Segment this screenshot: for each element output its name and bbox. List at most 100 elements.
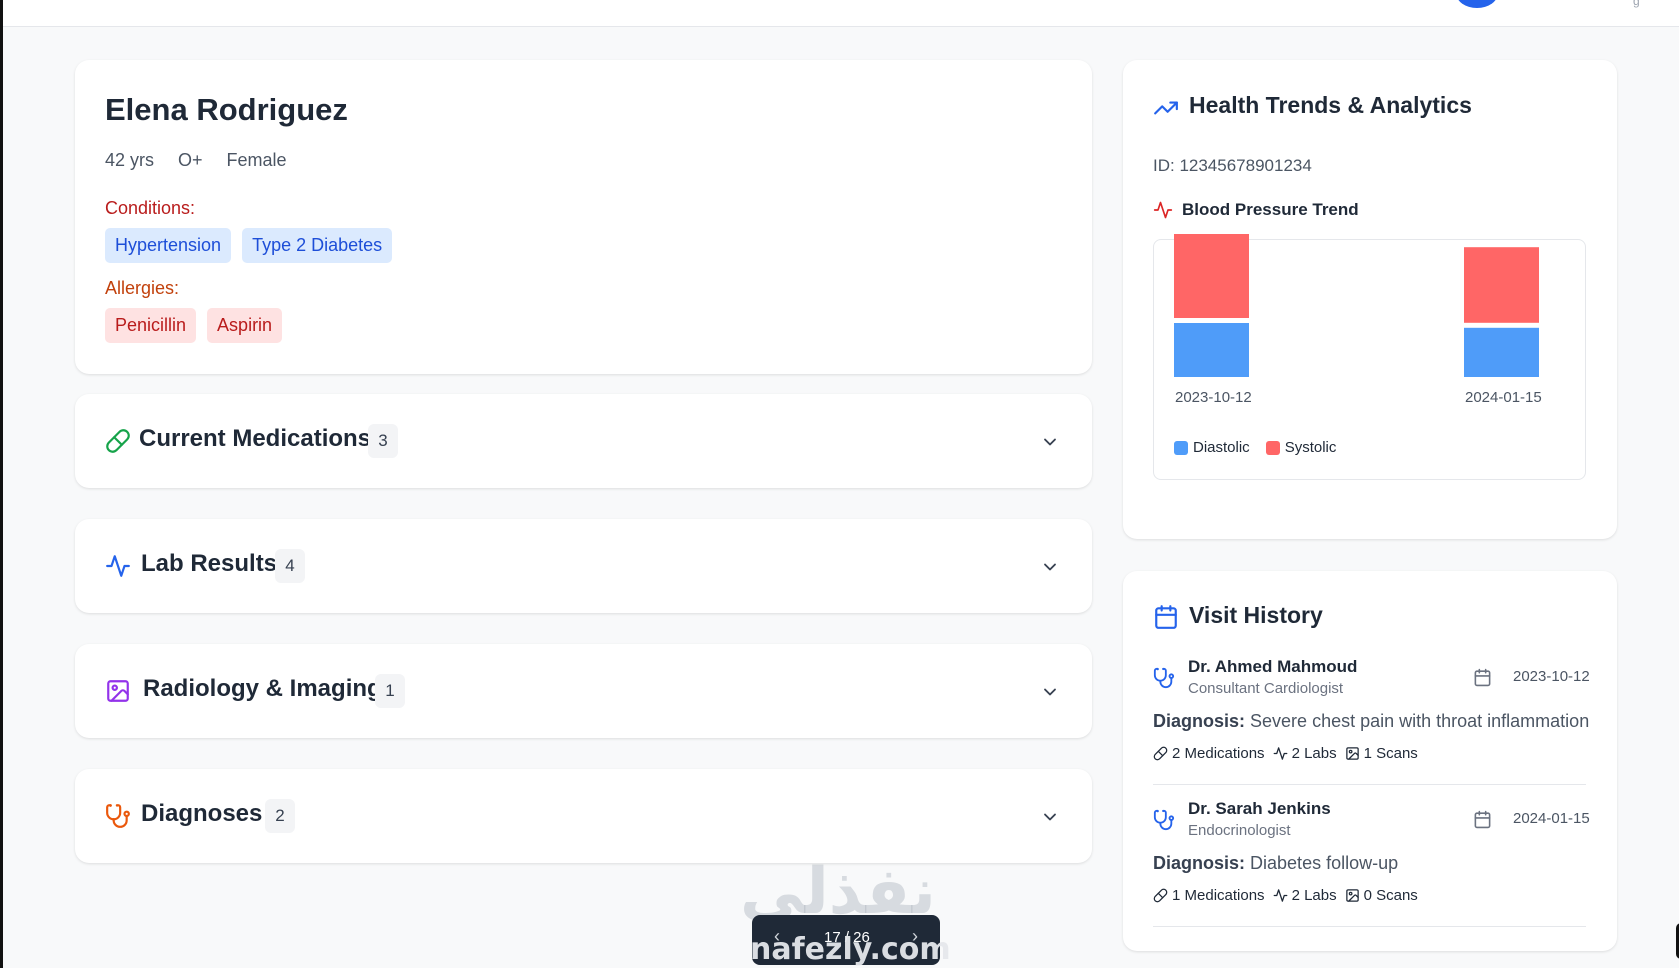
accordion-title: Radiology & Imaging <box>143 675 382 702</box>
patient-age: 42 yrs <box>105 150 155 170</box>
visit-date: 2023-10-12 <box>1513 668 1590 685</box>
visit-medications: 1 Medications <box>1153 887 1265 904</box>
blood-pressure-chart: 2023-10-12 2024-01-15 Diastolic Systolic <box>1153 234 1586 480</box>
visit-item[interactable]: Dr. Sarah Jenkins Endocrinologist 2024-0… <box>1153 799 1603 939</box>
top-bar-text: g <box>1633 0 1640 8</box>
diagnosis-label: Diagnosis: <box>1153 711 1246 731</box>
doctor-role: Consultant Cardiologist <box>1188 680 1344 697</box>
legend-swatch <box>1174 440 1188 455</box>
bar-diastolic[interactable] <box>1464 327 1539 377</box>
activity-icon <box>106 555 130 577</box>
pill-icon <box>106 429 130 453</box>
allergies-list: Penicillin Aspirin <box>105 308 283 343</box>
bp-chart-svg: 2023-10-12 2024-01-15 <box>1174 234 1542 406</box>
condition-tag: Type 2 Diabetes <box>242 228 393 263</box>
medications-count: 1 Medications <box>1172 887 1265 904</box>
diagnosis-text: Diabetes follow-up <box>1250 853 1399 873</box>
activity-icon <box>1273 889 1287 902</box>
chevron-down-icon[interactable] <box>1040 807 1060 827</box>
chevron-down-icon[interactable] <box>1040 557 1060 577</box>
top-bar: g <box>3 0 1679 27</box>
visit-history-title: Visit History <box>1189 602 1323 628</box>
labs-count: 2 Labs <box>1291 745 1337 762</box>
legend-swatch <box>1265 440 1280 455</box>
visit-labs: 2 Labs <box>1273 745 1337 762</box>
medications-count: 2 Medications <box>1172 745 1265 762</box>
scans-count: 1 Scans <box>1363 745 1418 762</box>
x-tick-label: 2023-10-12 <box>1175 389 1252 406</box>
calendar-icon <box>1155 605 1177 629</box>
allergy-tag: Aspirin <box>207 308 283 343</box>
patient-gender: Female <box>226 150 287 170</box>
x-tick-label: 2024-01-15 <box>1465 389 1542 406</box>
patient-name: Elena Rodriguez <box>105 92 348 127</box>
diagnosis-text: Severe chest pain with throat inflammati… <box>1250 711 1590 731</box>
divider <box>1153 784 1586 785</box>
divider <box>1153 926 1586 927</box>
calendar-icon <box>1474 810 1491 829</box>
legend-label: Diastolic <box>1193 439 1250 456</box>
visit-scans: 0 Scans <box>1345 887 1418 904</box>
visit-labs: 2 Labs <box>1273 887 1337 904</box>
accordion-title: Current Medications <box>139 425 372 452</box>
visit-stats: 1 Medications 2 Labs 0 Scans <box>1153 887 1422 904</box>
legend-item-diastolic[interactable]: Diastolic <box>1174 439 1250 456</box>
visit-history-card: Visit History Dr. Ahmed Mahmoud Consulta… <box>1123 571 1617 951</box>
count-badge: 2 <box>265 799 295 833</box>
visit-date: 2024-01-15 <box>1513 810 1590 827</box>
doctor-name: Dr. Ahmed Mahmoud <box>1188 657 1358 676</box>
blood-pressure-title: Blood Pressure Trend <box>1182 200 1359 219</box>
legend-item-systolic[interactable]: Systolic <box>1265 439 1337 456</box>
visit-diagnosis: Diagnosis: Diabetes follow-up <box>1153 853 1398 874</box>
image-icon <box>107 680 129 702</box>
stethoscope-icon <box>1153 667 1175 689</box>
accordion-diagnoses[interactable]: Diagnoses 2 <box>75 769 1092 863</box>
patient-card: Elena Rodriguez 42 yrs O+ Female Conditi… <box>75 60 1092 374</box>
bar-diastolic[interactable] <box>1174 323 1249 377</box>
labs-count: 2 Labs <box>1291 887 1337 904</box>
scans-count: 0 Scans <box>1363 887 1418 904</box>
accordion-current-medications[interactable]: Current Medications 3 <box>75 394 1092 488</box>
doctor-role: Endocrinologist <box>1188 822 1291 839</box>
window-edge <box>0 0 3 968</box>
patient-meta: 42 yrs O+ Female <box>105 150 287 171</box>
legend-label: Systolic <box>1284 439 1337 456</box>
count-badge: 3 <box>368 424 398 458</box>
diagnosis-label: Diagnosis: <box>1153 853 1246 873</box>
visit-scans: 1 Scans <box>1345 745 1418 762</box>
stethoscope-icon <box>106 804 130 828</box>
chevron-down-icon[interactable] <box>1040 682 1060 702</box>
count-badge: 1 <box>375 674 405 708</box>
count-badge: 4 <box>275 549 305 583</box>
condition-tag: Hypertension <box>105 228 232 263</box>
image-icon <box>1345 747 1359 760</box>
conditions-label: Conditions: <box>105 198 196 218</box>
health-trends-card: Health Trends & Analytics ID: 1234567890… <box>1123 60 1617 539</box>
patient-id: ID: 12345678901234 <box>1153 156 1312 175</box>
calendar-icon <box>1474 668 1491 687</box>
visit-medications: 2 Medications <box>1153 745 1265 762</box>
bar-systolic[interactable] <box>1174 234 1249 318</box>
allergies-label: Allergies: <box>105 278 180 298</box>
activity-icon <box>1153 201 1173 219</box>
accordion-title: Diagnoses <box>141 800 263 827</box>
patient-blood-type: O+ <box>178 150 203 170</box>
visit-diagnosis: Diagnosis: Severe chest pain with throat… <box>1153 711 1589 732</box>
allergy-tag: Penicillin <box>105 308 197 343</box>
trending-up-icon <box>1154 101 1178 115</box>
bar-systolic[interactable] <box>1464 247 1539 323</box>
watermark-latin: nafezly.com <box>750 932 951 967</box>
image-icon <box>1345 889 1359 902</box>
visit-item[interactable]: Dr. Ahmed Mahmoud Consultant Cardiologis… <box>1153 657 1603 797</box>
user-avatar[interactable] <box>1456 0 1498 8</box>
health-trends-title: Health Trends & Analytics <box>1189 92 1472 118</box>
pill-icon <box>1153 888 1168 903</box>
doctor-name: Dr. Sarah Jenkins <box>1188 799 1331 818</box>
conditions-list: Hypertension Type 2 Diabetes <box>105 228 393 263</box>
visit-stats: 2 Medications 2 Labs 1 Scans <box>1153 745 1422 762</box>
chevron-down-icon[interactable] <box>1040 432 1060 452</box>
accordion-radiology-imaging[interactable]: Radiology & Imaging 1 <box>75 644 1092 738</box>
chart-legend: Diastolic Systolic <box>1174 439 1336 456</box>
stethoscope-icon <box>1153 809 1175 831</box>
accordion-lab-results[interactable]: Lab Results 4 <box>75 519 1092 613</box>
